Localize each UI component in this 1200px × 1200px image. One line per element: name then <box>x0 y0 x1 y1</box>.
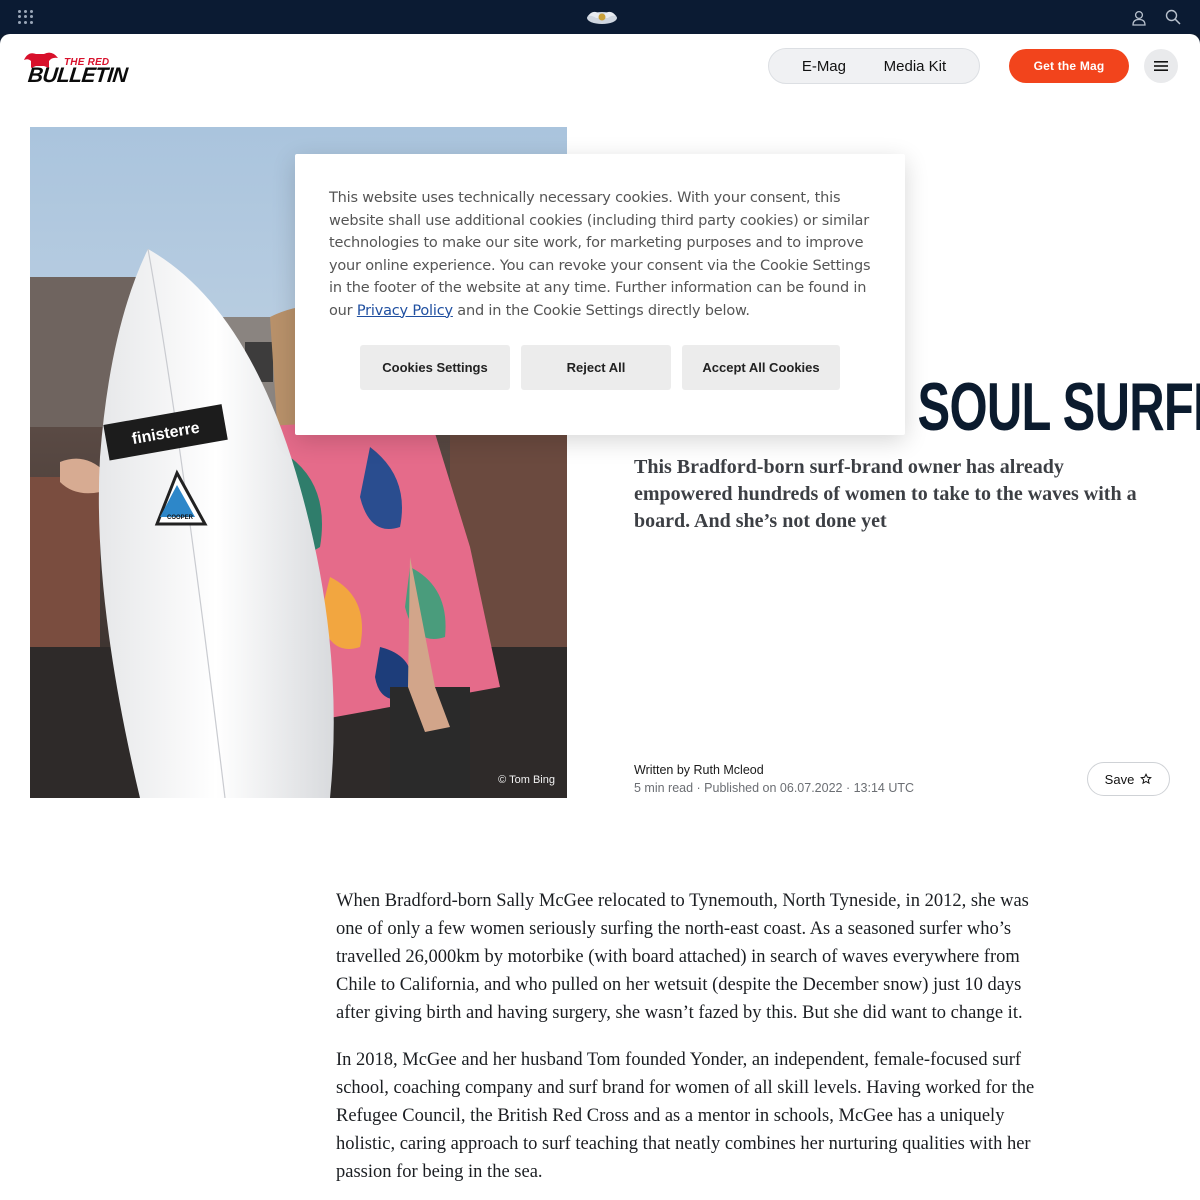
accept-all-cookies-button[interactable]: Accept All Cookies <box>682 345 840 390</box>
red-bulletin-logo[interactable]: THE RED BULLETIN <box>22 48 136 87</box>
article-meta: 5 min read · Published on 06.07.2022 · 1… <box>634 781 915 795</box>
save-button-label: Save <box>1104 771 1135 787</box>
privacy-policy-link[interactable]: Privacy Policy <box>357 303 453 319</box>
reject-all-button[interactable]: Reject All <box>521 345 671 390</box>
cookies-settings-button[interactable]: Cookies Settings <box>360 345 510 390</box>
cookie-text-part: This website uses technically necessary … <box>329 190 871 319</box>
menu-button[interactable] <box>1144 49 1178 83</box>
article-byline: Written by Ruth Mcleod <box>634 763 764 777</box>
board-logo-text: COOPER <box>167 515 194 521</box>
nav-emag-link[interactable]: E-Mag <box>802 58 846 75</box>
article-paragraph: In 2018, McGee and her husband Tom found… <box>336 1050 1035 1182</box>
star-icon <box>1140 773 1153 785</box>
hamburger-menu-icon <box>1154 61 1168 71</box>
page-sheet: THE RED BULLETIN E-Mag Media Kit Get the… <box>0 34 1200 1200</box>
save-button[interactable]: Save <box>1087 762 1170 796</box>
article-subtitle: This Bradford-born surf-brand owner has … <box>634 456 1137 532</box>
cookie-consent-dialog: This website uses technically necessary … <box>295 154 905 435</box>
apps-grid-icon[interactable] <box>18 10 34 24</box>
cookie-consent-text: This website uses technically necessary … <box>329 187 874 322</box>
red-bull-logo-icon[interactable] <box>584 7 620 27</box>
photo-credit: © Tom Bing <box>498 774 555 786</box>
user-icon[interactable] <box>1130 9 1148 27</box>
brand-large-text: BULLETIN <box>26 64 129 87</box>
article-body: When Bradford-born Sally McGee relocated… <box>336 887 1052 1200</box>
search-icon[interactable] <box>1164 8 1182 26</box>
global-top-bar <box>0 0 1200 34</box>
get-the-mag-button[interactable]: Get the Mag <box>1009 49 1129 83</box>
nav-media-kit-link[interactable]: Media Kit <box>884 58 947 75</box>
top-nav: E-Mag Media Kit <box>768 48 980 84</box>
cookie-text-part: and in the Cookie Settings directly belo… <box>452 302 750 319</box>
article-paragraph: When Bradford-born Sally McGee relocated… <box>336 891 1029 1023</box>
